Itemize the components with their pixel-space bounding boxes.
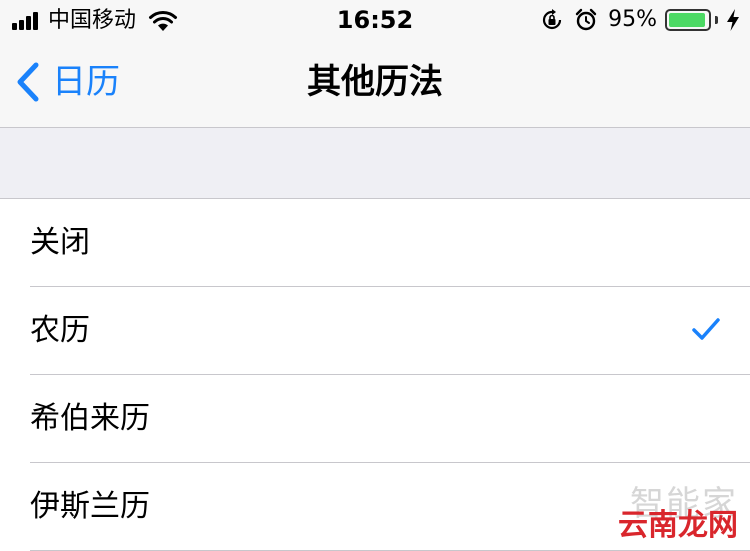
option-label: 伊斯兰历	[30, 489, 150, 524]
option-row-chinese[interactable]: 农历	[0, 287, 750, 375]
option-label: 关闭	[30, 225, 90, 260]
watermark: 智能家 云南龙网	[618, 485, 738, 543]
page-title: 其他历法	[307, 62, 443, 102]
battery-percent: 95%	[608, 7, 657, 32]
charging-bolt-icon	[727, 9, 739, 31]
option-row-off[interactable]: 关闭	[0, 199, 750, 287]
status-right: 95%	[540, 7, 740, 33]
status-bar: 中国移动 16:52 95%	[0, 0, 750, 40]
orientation-lock-icon	[543, 9, 562, 30]
option-label: 希伯来历	[30, 401, 150, 436]
option-label: 农历	[30, 313, 90, 348]
alarm-icon	[575, 8, 597, 31]
battery-fill	[669, 13, 706, 27]
option-row-hebrew[interactable]: 希伯来历	[0, 375, 750, 463]
checkmark-icon	[692, 318, 720, 340]
battery-tip	[715, 16, 718, 24]
navigation-bar: 日历 其他历法	[0, 40, 750, 128]
watermark-logo-text: 云南龙网	[618, 508, 738, 543]
battery-icon	[665, 9, 711, 31]
